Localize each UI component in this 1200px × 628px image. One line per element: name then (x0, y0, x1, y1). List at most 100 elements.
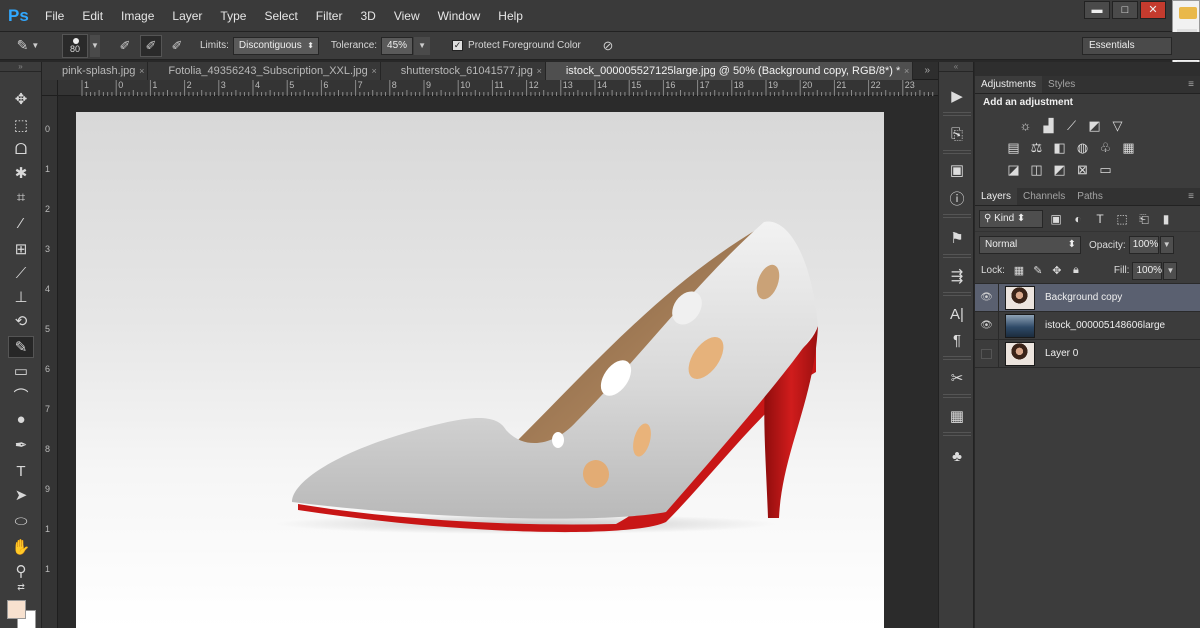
tab-channels[interactable]: Channels (1017, 188, 1071, 205)
tool-preset-picker[interactable]: ✎ ▼ (8, 34, 48, 58)
healing-brush-tool-icon[interactable]: ⊞ (8, 238, 34, 260)
history-icon[interactable]: ⎘ (945, 124, 969, 144)
info-icon[interactable]: ⓘ (945, 188, 969, 208)
dock-collapse-handle[interactable]: « (939, 62, 973, 72)
pixel-filter-icon[interactable]: ▣ (1047, 211, 1065, 227)
vibrance-icon[interactable]: ▽ (1109, 119, 1126, 133)
clone-stamp-tool-icon[interactable]: ⊥ (8, 286, 34, 308)
clone-source-icon[interactable]: ⇶ (945, 266, 969, 286)
close-icon[interactable]: × (139, 62, 144, 80)
menu-window[interactable]: Window (429, 0, 490, 32)
paragraph-icon[interactable]: ¶ (945, 330, 969, 350)
adjustment-filter-icon[interactable]: ◐ (1069, 211, 1087, 227)
gradient-map-icon[interactable]: ▭ (1097, 163, 1114, 177)
history-brush-tool-icon[interactable]: ⟲ (8, 310, 34, 332)
styles-palette-icon[interactable]: ♣ (945, 446, 969, 466)
close-icon[interactable]: × (904, 62, 909, 80)
path-selection-tool-icon[interactable]: ➤ (8, 484, 34, 506)
kind-filter-select[interactable]: ⚲ Kind ⬍ (979, 209, 1043, 228)
maximize-button[interactable]: □ (1112, 1, 1138, 19)
tool-presets-icon[interactable]: ✂ (945, 368, 969, 388)
foreground-color-swatch[interactable] (7, 600, 26, 619)
black-white-icon[interactable]: ◧ (1051, 141, 1068, 155)
selective-color-icon[interactable]: ⊠ (1074, 163, 1091, 177)
lock-all-icon[interactable]: 🔒︎ (1068, 264, 1084, 277)
hand-tool-icon[interactable]: ✋ (8, 536, 34, 558)
channel-mixer-icon[interactable]: ♧ (1097, 141, 1114, 155)
menu-select[interactable]: Select (255, 0, 306, 32)
ellipse-tool-icon[interactable]: ⬭ (8, 510, 34, 532)
type-tool-icon[interactable]: T (8, 460, 34, 482)
tab-styles[interactable]: Styles (1042, 76, 1081, 93)
menu-image[interactable]: Image (112, 0, 163, 32)
layer-row[interactable]: 👁︎ istock_000005148606large (975, 311, 1200, 340)
canvas-area[interactable] (58, 96, 938, 628)
pressure-icon[interactable]: ⊘ (597, 35, 619, 57)
tab-istock-active[interactable]: istock_000005527125large.jpg @ 50% (Back… (545, 62, 914, 80)
vertical-ruler[interactable]: 0 1 2 3 4 5 6 7 8 9 1 1 (42, 96, 58, 628)
posterize-icon[interactable]: ◫ (1028, 163, 1045, 177)
visibility-toggle-off[interactable] (975, 339, 999, 368)
visibility-eye-icon[interactable]: 👁︎ (975, 311, 999, 340)
protect-foreground-checkbox[interactable]: ✓ (452, 40, 464, 51)
fill-slider-button[interactable]: ▼ (1163, 261, 1178, 280)
eyedropper-tool-icon[interactable]: ⁄ (8, 212, 34, 234)
swatches-icon[interactable]: ▦ (945, 406, 969, 426)
opacity-slider-button[interactable]: ▼ (1159, 236, 1174, 254)
crop-tool-icon[interactable]: ⌗ (8, 186, 34, 208)
menu-file[interactable]: File (36, 0, 73, 32)
menu-help[interactable]: Help (489, 0, 532, 32)
tab-paths[interactable]: Paths (1071, 188, 1109, 205)
invert-icon[interactable]: ◪ (1005, 163, 1022, 177)
color-replacement-tool-icon[interactable]: ✎ (8, 336, 34, 358)
sampling-continuous-icon[interactable]: ✐ (114, 35, 136, 57)
filter-toggle-icon[interactable]: ▮ (1157, 211, 1175, 227)
brush-tool-icon[interactable]: ⟋ (8, 262, 34, 284)
gradient-tool-icon[interactable]: ▭ (8, 360, 34, 382)
dodge-tool-icon[interactable]: ● (8, 408, 34, 430)
sampling-background-icon[interactable]: ✐ (166, 35, 188, 57)
workspace-select[interactable]: Essentials (1082, 37, 1172, 55)
brush-picker-dropdown[interactable]: ▼ (90, 34, 100, 57)
menu-view[interactable]: View (385, 0, 429, 32)
minimize-button[interactable]: ▬ (1084, 1, 1110, 19)
tolerance-slider-button[interactable]: ▼ (414, 36, 431, 55)
close-icon[interactable]: × (537, 62, 542, 80)
zoom-tool-icon[interactable]: ⚲ (8, 560, 34, 582)
tolerance-input[interactable]: 45% (381, 36, 414, 55)
panel-menu-icon[interactable]: ≡ (1188, 76, 1194, 94)
swap-colors-icon[interactable]: ⇄ (8, 580, 34, 594)
color-balance-icon[interactable]: ⚖ (1028, 141, 1045, 155)
tab-adjustments[interactable]: Adjustments (975, 76, 1043, 93)
color-lookup-icon[interactable]: ▦ (1120, 141, 1137, 155)
move-tool-icon[interactable]: ✥ (8, 88, 34, 110)
smart-object-filter-icon[interactable]: ⎗ (1135, 211, 1153, 227)
layer-row[interactable]: Layer 0 (975, 339, 1200, 368)
brush-size-preview[interactable]: 80 (62, 33, 88, 58)
pen-tool-icon[interactable]: ✒ (8, 434, 34, 456)
opacity-input[interactable]: 100% (1128, 236, 1159, 254)
play-icon[interactable]: ▶ (945, 86, 969, 106)
layer-row[interactable]: 👁︎ Background copy (975, 283, 1200, 312)
blend-mode-select[interactable]: Normal ⬍ (979, 236, 1081, 254)
panel-menu-icon[interactable]: ≡ (1188, 188, 1194, 206)
tab-layers[interactable]: Layers (975, 188, 1018, 205)
menu-layer[interactable]: Layer (163, 0, 211, 32)
brush-presets-icon[interactable]: ⚑ (945, 228, 969, 248)
navigator-icon[interactable]: ▣ (945, 160, 969, 180)
tab-fotolia[interactable]: Fotolia_49356243_Subscription_XXL.jpg × (148, 62, 381, 80)
threshold-icon[interactable]: ◩ (1051, 163, 1068, 177)
menu-3d[interactable]: 3D (351, 0, 384, 32)
close-button[interactable]: ✕ (1140, 1, 1166, 19)
lock-position-icon[interactable]: ✥ (1049, 264, 1065, 277)
sampling-once-icon[interactable]: ✐ (140, 34, 162, 57)
lasso-tool-icon[interactable]: ᗝ (8, 138, 34, 160)
character-icon[interactable]: A| (945, 304, 969, 324)
levels-icon[interactable]: ▟ (1040, 119, 1057, 133)
type-filter-icon[interactable]: T (1091, 211, 1109, 227)
brightness-contrast-icon[interactable]: ☼ (1017, 119, 1034, 133)
close-icon[interactable]: × (371, 62, 376, 80)
horizontal-ruler[interactable]: 1 0 1 2 3 4 5 6 7 8 9 10 11 12 13 14 15 16 17 18 19 20 21 22 23 (58, 80, 938, 96)
exposure-icon[interactable]: ◩ (1086, 119, 1103, 133)
menu-filter[interactable]: Filter (307, 0, 352, 32)
